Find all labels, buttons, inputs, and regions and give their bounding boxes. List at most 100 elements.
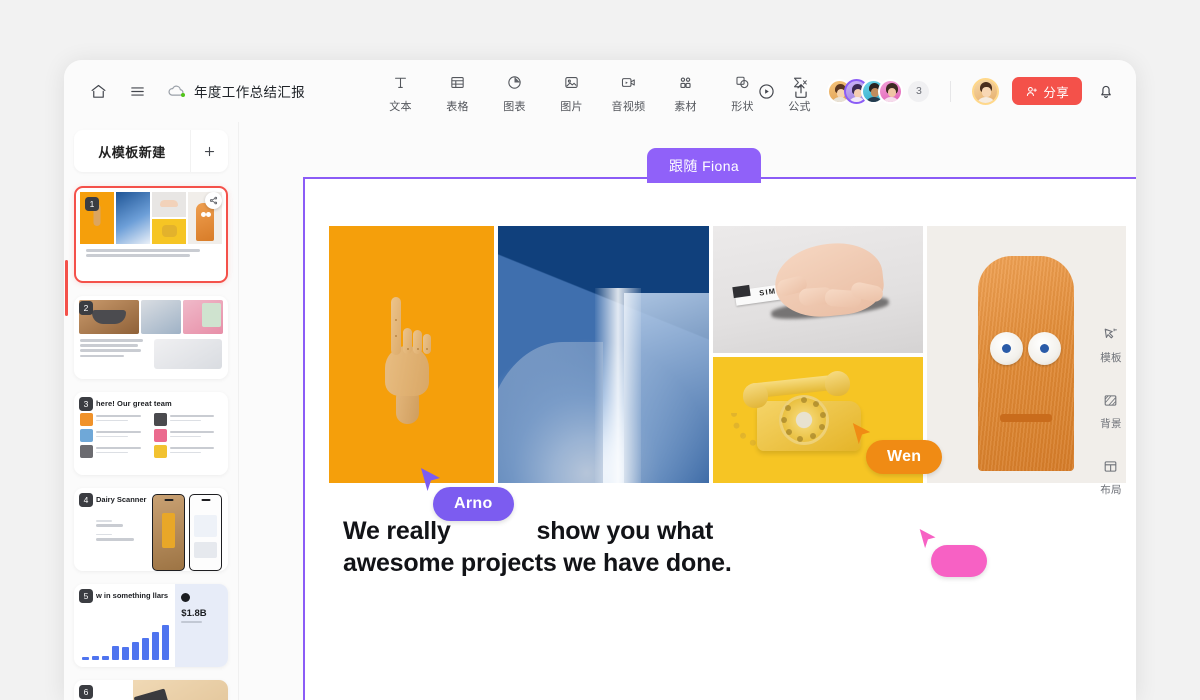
team-grid [74, 413, 228, 458]
hand-finger [403, 327, 413, 354]
wooden-hand-photo[interactable] [329, 226, 494, 483]
thumb-caption [80, 244, 222, 257]
sync-status-dot [181, 93, 185, 97]
topbar-right-group: 3 分享 [755, 60, 1117, 122]
tool-table-label: 表格 [446, 101, 469, 113]
text-icon [392, 72, 409, 93]
current-user-avatar[interactable] [972, 77, 1000, 105]
slide-thumbnail-4[interactable]: 4 Dairy Scanner [74, 488, 228, 571]
bell-notification-icon[interactable] [1095, 80, 1117, 102]
dial-holes [779, 395, 829, 445]
chart-pie-icon [506, 72, 523, 93]
pupil [1002, 344, 1012, 353]
headline-segment-2: show you what [536, 517, 714, 545]
thumb-title: Dairy Scanner [96, 495, 147, 504]
rail-item-template-label: 模板 [1100, 351, 1122, 364]
thumb-body [74, 334, 228, 369]
share-badge-icon[interactable] [205, 192, 222, 209]
knife-blade-tip [732, 284, 751, 299]
media-video-icon [620, 72, 637, 93]
blue-abstract-photo[interactable] [497, 226, 710, 483]
tool-assets[interactable]: 素材 [664, 68, 707, 114]
slide-thumbnail-5[interactable]: 5 w in something llars $1.8B [74, 584, 228, 667]
clay-mouth [1000, 414, 1053, 422]
thumb-bar-chart [82, 620, 170, 660]
image-icon [563, 72, 580, 93]
hamburger-menu-icon[interactable] [126, 80, 148, 102]
rail-item-background[interactable]: 背景 [1100, 392, 1122, 431]
blue-light-column [594, 287, 642, 483]
top-toolbar: 年度工作总结汇报 文本 表格 图表 图片 音视频 素材 形状 公式 3 分享 [64, 60, 1136, 122]
upload-share-icon[interactable] [790, 80, 812, 102]
document-title: 年度工作总结汇报 [194, 85, 306, 100]
rail-item-background-label: 背景 [1100, 417, 1122, 430]
slide-editor-frame[interactable]: 跟随 Fiona We really show you what awesome… [303, 148, 1136, 700]
tool-image[interactable]: 图片 [550, 68, 593, 114]
topbar-left-group: 年度工作总结汇报 [64, 80, 305, 102]
create-from-template-label[interactable]: 从模板新建 [74, 142, 190, 161]
follow-user-banner[interactable]: 跟随 Fiona [647, 148, 762, 183]
hand-finger [413, 329, 423, 354]
rail-item-layout[interactable]: 布局 [1100, 458, 1122, 497]
tool-assets-label: 素材 [674, 101, 697, 113]
home-icon[interactable] [87, 80, 109, 102]
clay-eye-right [1028, 332, 1062, 365]
thumb-title: here! Our great team [96, 399, 172, 408]
cursor-label-wen: Wen [866, 440, 943, 474]
thumb-cell [151, 192, 187, 244]
slide-thumbnail-list[interactable]: 1 2 3 here! Our great team 4 Dairy Scann… [64, 180, 238, 700]
cloud-sync-icon [167, 82, 185, 100]
handset-earpiece [743, 382, 769, 408]
divider [950, 80, 952, 102]
thumb-title: w in something llars [96, 591, 169, 600]
slide-thumbnail-2[interactable]: 2 [74, 296, 228, 379]
canvas-area[interactable]: 跟随 Fiona We really show you what awesome… [239, 122, 1136, 700]
share-button[interactable]: 分享 [1012, 77, 1082, 105]
slide-number: 2 [79, 301, 93, 315]
tool-media[interactable]: 音视频 [607, 68, 650, 114]
tool-table[interactable]: 表格 [436, 68, 479, 114]
slide-thumbnail-1[interactable]: 1 [74, 186, 228, 283]
phone-rotary-dial [779, 394, 830, 445]
clay-texture [978, 256, 1075, 471]
thumb-image-grid [79, 300, 223, 334]
play-circle-icon[interactable] [755, 80, 777, 102]
tool-chart[interactable]: 图表 [493, 68, 536, 114]
layout-icon [1102, 458, 1119, 476]
clay-eye-left [990, 332, 1024, 365]
tool-chart-label: 图表 [503, 101, 526, 113]
hand-index-finger [391, 296, 402, 355]
collaborator-count[interactable]: 3 [908, 80, 930, 102]
clay-body [978, 256, 1075, 471]
collaborator-avatar-stack[interactable]: 3 [827, 78, 930, 104]
background-icon [1102, 392, 1119, 410]
knife-hand-photo[interactable]: SIMPLE KNIFE [713, 226, 923, 353]
cursor-pointer-icon [852, 423, 871, 445]
slide-image-grid: SIMPLE KNIFE [329, 226, 1126, 483]
share-button-label: 分享 [1043, 85, 1069, 100]
thumb-amount: $1.8B [181, 608, 207, 619]
tool-text[interactable]: 文本 [379, 68, 422, 114]
pupil [1040, 344, 1050, 353]
headline-segment-1: We really [343, 517, 451, 545]
tool-image-label: 图片 [560, 101, 583, 113]
cursor-label-anonymous [931, 545, 987, 577]
thumb-image-grid [80, 192, 222, 244]
rail-item-template[interactable]: 模板 [1100, 326, 1122, 365]
shape-icon [734, 72, 751, 93]
tool-media-label: 音视频 [611, 101, 646, 113]
person-add-icon [1025, 85, 1038, 98]
assets-grid-icon [677, 72, 694, 93]
tool-text-label: 文本 [389, 101, 412, 113]
slide-number: 4 [79, 493, 93, 507]
slide-thumbnail-3[interactable]: 3 here! Our great team [74, 392, 228, 475]
slide-number: 1 [85, 197, 99, 211]
rail-item-layout-label: 布局 [1100, 483, 1122, 496]
avatar[interactable] [878, 78, 904, 104]
document-title-group[interactable]: 年度工作总结汇报 [167, 81, 305, 101]
slide-number: 5 [79, 589, 93, 603]
slide-thumbnail-6[interactable]: 6 [74, 680, 228, 700]
slide-number: 3 [79, 397, 93, 411]
plus-icon[interactable] [190, 130, 228, 172]
handset-mouthpiece [825, 370, 851, 396]
